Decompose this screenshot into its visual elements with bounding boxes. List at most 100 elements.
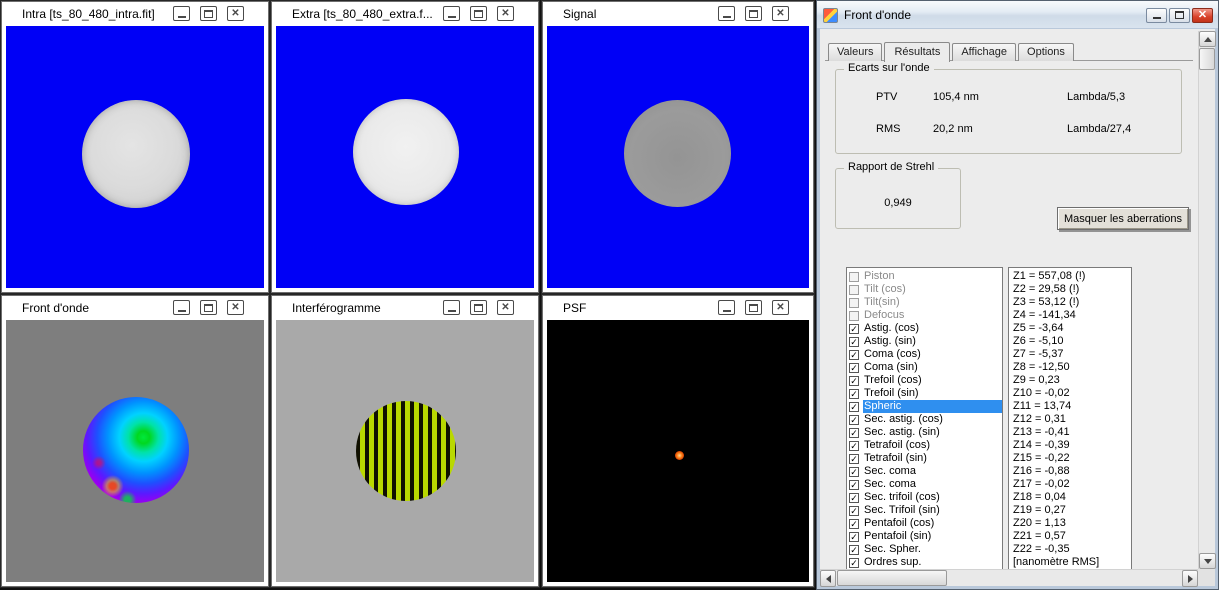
minimize-button[interactable] xyxy=(718,6,735,21)
aberration-checkbox[interactable] xyxy=(849,271,859,282)
aberration-checkbox[interactable]: ✓ xyxy=(849,362,859,373)
aberration-item[interactable]: ✓ Ordres sup. xyxy=(849,556,1002,569)
aberration-checkbox[interactable]: ✓ xyxy=(849,466,859,477)
aberration-checkbox[interactable]: ✓ xyxy=(849,375,859,386)
interferogramme-titlebar[interactable]: Interférogramme ✕ xyxy=(272,296,538,319)
scroll-up-button[interactable] xyxy=(1199,31,1216,47)
panel-titlebar[interactable]: Front d'onde ✕ xyxy=(817,1,1218,28)
signal-titlebar[interactable]: Signal ✕ xyxy=(543,2,813,25)
intra-titlebar[interactable]: Intra [ts_80_480_intra.fit] ✕ xyxy=(2,2,268,25)
zernike-item[interactable]: Z9 = 0,23 xyxy=(1013,374,1131,387)
aberration-checkbox[interactable]: ✓ xyxy=(849,414,859,425)
zernike-item[interactable]: Z18 = 0,04 xyxy=(1013,491,1131,504)
psf-titlebar[interactable]: PSF ✕ xyxy=(543,296,813,319)
aberration-checkbox[interactable] xyxy=(849,310,859,321)
aberration-checkbox[interactable]: ✓ xyxy=(849,440,859,451)
aberration-item[interactable]: ✓ Sec. Trifoil (sin) xyxy=(849,504,1002,517)
zernike-item[interactable]: Z15 = -0,22 xyxy=(1013,452,1131,465)
scroll-down-button[interactable] xyxy=(1199,553,1216,569)
close-button[interactable]: ✕ xyxy=(1192,7,1213,23)
aberration-checkbox[interactable]: ✓ xyxy=(849,336,859,347)
aberration-checkbox[interactable]: ✓ xyxy=(849,479,859,490)
zernike-item[interactable]: Z1 = 557,08 (!) xyxy=(1013,270,1131,283)
aberration-item[interactable]: Defocus xyxy=(849,309,1002,322)
close-button[interactable]: ✕ xyxy=(772,300,789,315)
aberration-item[interactable]: ✓ Pentafoil (sin) xyxy=(849,530,1002,543)
zernike-listbox[interactable]: Z1 = 557,08 (!) Z2 = 29,58 (!) Z3 = 53,12 … xyxy=(1008,267,1132,570)
aberration-checkbox[interactable]: ✓ xyxy=(849,453,859,464)
maximize-button[interactable] xyxy=(200,300,217,315)
aberration-item[interactable]: ✓ Astig. (cos) xyxy=(849,322,1002,335)
zernike-item[interactable]: Z11 = 13,74 xyxy=(1013,400,1131,413)
front-onde-titlebar[interactable]: Front d'onde ✕ xyxy=(2,296,268,319)
minimize-button[interactable] xyxy=(443,300,460,315)
aberration-item[interactable]: ✓ Sec. coma xyxy=(849,465,1002,478)
aberration-item[interactable]: ✓ Sec. Spher. xyxy=(849,543,1002,556)
horizontal-scrollbar[interactable] xyxy=(820,569,1198,587)
minimize-button[interactable] xyxy=(443,6,460,21)
aberration-item[interactable]: ✓ Astig. (sin) xyxy=(849,335,1002,348)
scroll-left-button[interactable] xyxy=(820,570,836,587)
horizontal-scroll-thumb[interactable] xyxy=(837,570,947,586)
zernike-item[interactable]: Z3 = 53,12 (!) xyxy=(1013,296,1131,309)
zernike-item[interactable]: Z2 = 29,58 (!) xyxy=(1013,283,1131,296)
tab-options[interactable]: Options xyxy=(1018,43,1074,61)
aberration-checkbox[interactable]: ✓ xyxy=(849,323,859,334)
maximize-button[interactable] xyxy=(1169,7,1190,23)
aberration-item[interactable]: ✓ Trefoil (sin) xyxy=(849,387,1002,400)
aberration-checkbox[interactable]: ✓ xyxy=(849,518,859,529)
aberration-item[interactable]: ✓ Sec. astig. (sin) xyxy=(849,426,1002,439)
aberration-item[interactable]: Piston xyxy=(849,270,1002,283)
zernike-item[interactable]: Z5 = -3,64 xyxy=(1013,322,1131,335)
close-button[interactable]: ✕ xyxy=(497,6,514,21)
aberration-checkbox[interactable]: ✓ xyxy=(849,544,859,555)
zernike-item[interactable]: Z12 = 0,31 xyxy=(1013,413,1131,426)
zernike-item[interactable]: Z10 = -0,02 xyxy=(1013,387,1131,400)
aberrations-listbox[interactable]: Piston Tilt (cos) Tilt(sin) Defocus ✓ Astig. … xyxy=(846,267,1003,570)
zernike-item[interactable]: Z20 = 1,13 xyxy=(1013,517,1131,530)
aberration-item[interactable]: ✓ Sec. trifoil (cos) xyxy=(849,491,1002,504)
maximize-button[interactable] xyxy=(745,300,762,315)
aberration-item[interactable]: Tilt (cos) xyxy=(849,283,1002,296)
aberration-item[interactable]: ✓ Pentafoil (cos) xyxy=(849,517,1002,530)
aberration-item[interactable]: Tilt(sin) xyxy=(849,296,1002,309)
zernike-item[interactable]: Z8 = -12,50 xyxy=(1013,361,1131,374)
maximize-button[interactable] xyxy=(470,6,487,21)
aberration-checkbox[interactable]: ✓ xyxy=(849,505,859,516)
maximize-button[interactable] xyxy=(745,6,762,21)
aberration-checkbox[interactable]: ✓ xyxy=(849,401,859,412)
zernike-item[interactable]: Z17 = -0,02 xyxy=(1013,478,1131,491)
zernike-item[interactable]: Z22 = -0,35 xyxy=(1013,543,1131,556)
aberration-item[interactable]: ✓ Spheric xyxy=(849,400,1002,413)
aberration-checkbox[interactable]: ✓ xyxy=(849,388,859,399)
aberration-checkbox[interactable] xyxy=(849,284,859,295)
minimize-button[interactable] xyxy=(1146,7,1167,23)
minimize-button[interactable] xyxy=(173,300,190,315)
zernike-item[interactable]: Z16 = -0,88 xyxy=(1013,465,1131,478)
zernike-item[interactable]: Z21 = 0,57 xyxy=(1013,530,1131,543)
tab-affichage[interactable]: Affichage xyxy=(952,43,1017,61)
zernike-item[interactable]: Z4 = -141,34 xyxy=(1013,309,1131,322)
extra-titlebar[interactable]: Extra [ts_80_480_extra.f... ✕ xyxy=(272,2,538,25)
aberration-checkbox[interactable]: ✓ xyxy=(849,427,859,438)
aberration-item[interactable]: ✓ Trefoil (cos) xyxy=(849,374,1002,387)
aberration-checkbox[interactable]: ✓ xyxy=(849,492,859,503)
aberration-item[interactable]: ✓ Sec. astig. (cos) xyxy=(849,413,1002,426)
vertical-scrollbar[interactable] xyxy=(1198,31,1216,569)
scroll-right-button[interactable] xyxy=(1182,570,1198,587)
vertical-scroll-thumb[interactable] xyxy=(1199,48,1215,70)
tab-valeurs[interactable]: Valeurs xyxy=(828,43,883,61)
aberration-checkbox[interactable] xyxy=(849,297,859,308)
close-button[interactable]: ✕ xyxy=(497,300,514,315)
zernike-item[interactable]: Z14 = -0,39 xyxy=(1013,439,1131,452)
aberration-checkbox[interactable]: ✓ xyxy=(849,531,859,542)
close-button[interactable]: ✕ xyxy=(227,6,244,21)
aberration-checkbox[interactable]: ✓ xyxy=(849,557,859,568)
zernike-item[interactable]: [nanomètre RMS] xyxy=(1013,556,1131,569)
aberration-checkbox[interactable]: ✓ xyxy=(849,349,859,360)
minimize-button[interactable] xyxy=(173,6,190,21)
maximize-button[interactable] xyxy=(470,300,487,315)
aberration-item[interactable]: ✓ Tetrafoil (cos) xyxy=(849,439,1002,452)
minimize-button[interactable] xyxy=(718,300,735,315)
close-button[interactable]: ✕ xyxy=(772,6,789,21)
